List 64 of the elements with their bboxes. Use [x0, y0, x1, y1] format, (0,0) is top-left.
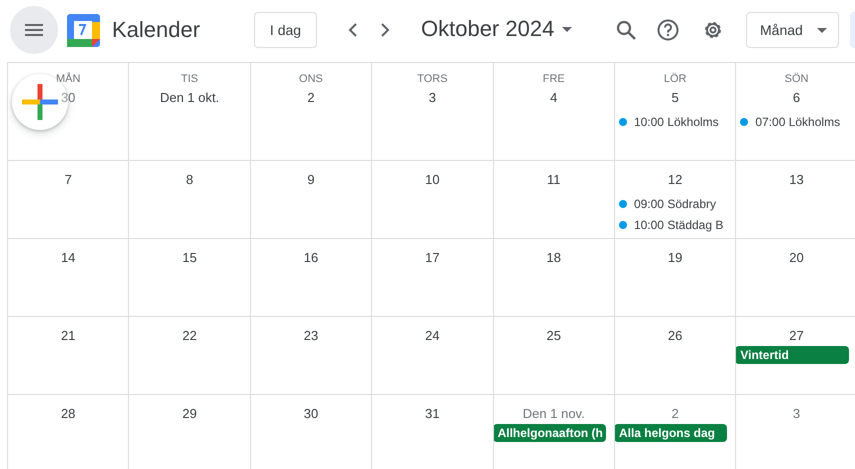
weekday-label: FRE	[542, 72, 565, 86]
settings-icon[interactable]	[702, 19, 724, 41]
day-number[interactable]: 21	[60, 327, 76, 345]
day-number[interactable]: 15	[182, 249, 197, 267]
day-number[interactable]: 29	[182, 405, 197, 423]
day-number[interactable]: 18	[546, 249, 561, 267]
today-button[interactable]: I dag	[254, 12, 317, 48]
event-label[interactable]: 10:00 Städdag B	[634, 216, 724, 234]
day-number[interactable]: 23	[304, 327, 318, 345]
day-number[interactable]: 25	[546, 327, 561, 345]
day-number[interactable]: 6	[792, 89, 800, 107]
day-number[interactable]: 7	[64, 171, 72, 189]
next-icon[interactable]	[379, 22, 391, 38]
caret-icon	[816, 28, 827, 32]
weekday-label: SÖN	[784, 72, 808, 86]
day-number[interactable]: 20	[789, 249, 804, 267]
day-number[interactable]: 30	[304, 405, 318, 423]
day-number[interactable]: 8	[186, 171, 194, 189]
day-number[interactable]: 3	[428, 89, 436, 107]
event-label[interactable]: 10:00 Lökholms	[634, 113, 719, 131]
weekday-label: ONS	[299, 72, 323, 86]
help-icon[interactable]	[657, 19, 679, 41]
event-label[interactable]: 07:00 Lökholms	[755, 113, 840, 131]
day-number[interactable]: 11	[547, 171, 560, 189]
event-label[interactable]: 09:00 Södrabry	[634, 195, 716, 213]
day-number[interactable]: 12	[668, 171, 682, 189]
day-number[interactable]: 3	[792, 405, 800, 423]
search-icon[interactable]	[616, 20, 636, 40]
caret-icon	[562, 26, 572, 32]
plus-icon	[22, 84, 58, 120]
day-number[interactable]: 27	[789, 327, 804, 345]
menu-icon	[25, 24, 43, 36]
day-number[interactable]: 22	[182, 327, 197, 345]
weekday-label: LÖR	[664, 72, 686, 86]
day-number[interactable]: 4	[550, 89, 558, 107]
day-number[interactable]: 10	[425, 171, 440, 189]
day-number[interactable]: 13	[789, 171, 804, 189]
day-number[interactable]: 19	[668, 249, 682, 267]
period-title[interactable]: Oktober 2024	[421, 15, 572, 43]
weekday-label: MÅN	[56, 72, 80, 86]
view-dropdown[interactable]: Månad	[746, 12, 839, 48]
day-number[interactable]: 17	[425, 249, 440, 267]
day-number[interactable]: 14	[60, 249, 76, 267]
all-day-event[interactable]: Alla helgons dag	[614, 424, 728, 442]
all-day-event[interactable]: Allhelgonaafton (h	[494, 424, 606, 442]
previous-icon[interactable]	[347, 22, 359, 38]
all-day-event[interactable]: Vintertid	[736, 346, 849, 364]
app-title: Kalender	[112, 16, 200, 44]
day-number[interactable]: Den 1 nov.	[522, 405, 585, 423]
day-number[interactable]: 31	[425, 405, 440, 423]
day-number[interactable]: 9	[307, 171, 315, 189]
day-number[interactable]: 5	[672, 89, 679, 107]
day-number[interactable]: 16	[304, 249, 318, 267]
day-number[interactable]: 2	[672, 405, 679, 423]
day-number[interactable]: 2	[307, 89, 315, 107]
day-number[interactable]: 28	[60, 405, 76, 423]
calendar-logo-icon	[67, 14, 100, 47]
day-number[interactable]: 26	[668, 327, 682, 345]
day-number[interactable]: Den 1 okt.	[160, 89, 220, 107]
menu-button[interactable]	[10, 6, 58, 54]
weekday-label: TORS	[417, 72, 448, 86]
day-number[interactable]: 30	[60, 89, 76, 107]
weekday-label: TIS	[181, 72, 198, 86]
day-number[interactable]: 24	[425, 327, 440, 345]
